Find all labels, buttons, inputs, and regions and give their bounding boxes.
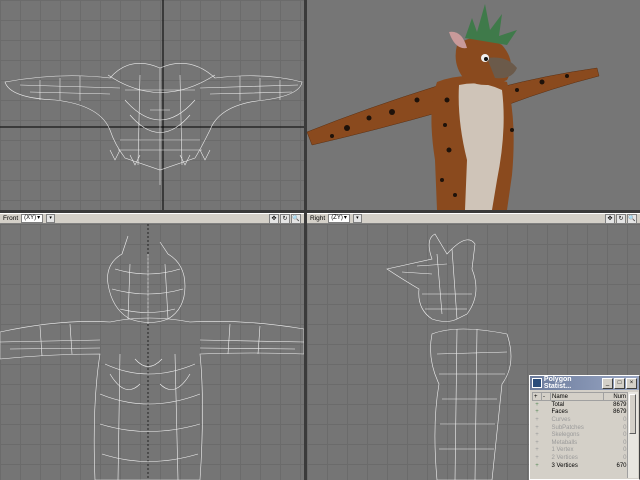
row-num: 0 bbox=[623, 432, 627, 439]
close-icon[interactable]: × bbox=[626, 377, 637, 389]
row-name: 1 Vertex bbox=[551, 447, 574, 454]
table-row[interactable]: + 3 Vertices 670 bbox=[533, 462, 628, 470]
table-row[interactable]: + 2 Vertices 0 bbox=[533, 454, 628, 462]
scrollbar-thumb[interactable] bbox=[629, 394, 636, 434]
header-plus[interactable]: + bbox=[532, 392, 542, 401]
row-plus[interactable]: + bbox=[533, 409, 542, 417]
row-name: Metaballs bbox=[551, 439, 578, 446]
view-select-front[interactable]: (XY) ▾ bbox=[21, 214, 44, 223]
viewport-front[interactable] bbox=[0, 224, 304, 480]
rendered-character bbox=[307, 4, 600, 210]
move-view-icon[interactable]: ✥ bbox=[605, 213, 615, 224]
view-dropdown-icon: ▾ bbox=[37, 215, 41, 221]
viewport-tools-right: ✥ ↻ 🔍 bbox=[605, 213, 637, 224]
viewport-perspective[interactable] bbox=[307, 0, 640, 210]
table-row[interactable]: + Metaballs 0 bbox=[533, 439, 628, 447]
row-plus[interactable]: + bbox=[533, 401, 542, 409]
viewport-bar-front: Front (XY) ▾ ▾ ✥ ↻ 🔍 bbox=[0, 213, 304, 224]
panel-app-icon bbox=[532, 378, 542, 388]
row-name: Skelegons bbox=[551, 432, 580, 439]
row-num: 0 bbox=[623, 439, 627, 446]
table-row[interactable]: + Curves 0 bbox=[533, 416, 628, 424]
row-num: 0 bbox=[623, 416, 627, 423]
row-plus[interactable]: + bbox=[533, 416, 542, 424]
viewport-divider-vertical[interactable] bbox=[304, 0, 307, 480]
table-row[interactable]: + Faces 8679 bbox=[533, 409, 628, 417]
viewport-top[interactable] bbox=[0, 0, 304, 210]
viewport-bar-right: Right (ZY) ▾ ▾ ✥ ↻ 🔍 bbox=[307, 213, 640, 224]
header-num[interactable]: Num bbox=[602, 392, 629, 401]
viewport-tools-front: ✥ ↻ 🔍 bbox=[269, 213, 301, 224]
zoom-view-icon[interactable]: 🔍 bbox=[291, 213, 301, 224]
table-row[interactable]: + SubPatches 0 bbox=[533, 424, 628, 432]
view-dropdown-icon: ▾ bbox=[343, 215, 347, 221]
view-select-right[interactable]: (ZY) ▾ bbox=[328, 214, 350, 223]
row-num: 670 bbox=[616, 462, 627, 469]
polygon-statistics-panel: Polygon Statist... _ □ × + - Name Num + … bbox=[529, 375, 640, 480]
table-header: + - Name Num bbox=[532, 392, 629, 401]
view-select-front-value: (XY) bbox=[24, 215, 37, 221]
viewport-label-front: Front bbox=[3, 215, 19, 222]
row-num: 8679 bbox=[613, 401, 627, 408]
zoom-view-icon[interactable]: 🔍 bbox=[627, 213, 637, 224]
table-row[interactable]: + Total 8679 bbox=[533, 401, 628, 409]
rotate-view-icon[interactable]: ↻ bbox=[616, 213, 626, 224]
viewport-divider-horizontal[interactable] bbox=[0, 210, 640, 213]
stats-scrollbar[interactable] bbox=[627, 392, 638, 478]
render-style-dropdown-front[interactable]: ▾ bbox=[46, 214, 56, 223]
render-style-dropdown-right[interactable]: ▾ bbox=[352, 214, 362, 223]
rotate-view-icon[interactable]: ↻ bbox=[280, 213, 290, 224]
row-num: 0 bbox=[623, 454, 627, 461]
polygon-stats-table: + - Name Num + Total 8679 + Faces 8679 +… bbox=[532, 392, 629, 470]
window-controls: _ □ × bbox=[602, 377, 637, 389]
row-name: 3 Vertices bbox=[551, 462, 578, 469]
wireframe-front-view bbox=[0, 224, 304, 480]
row-name: Curves bbox=[551, 416, 571, 423]
header-minus[interactable]: - bbox=[541, 392, 551, 401]
viewport-label-right: Right bbox=[310, 215, 326, 222]
row-plus[interactable]: + bbox=[533, 431, 542, 439]
row-num: 0 bbox=[623, 447, 627, 454]
row-plus[interactable]: + bbox=[533, 447, 542, 455]
table-row[interactable]: + 1 Vertex 0 bbox=[533, 447, 628, 455]
maximize-icon[interactable]: □ bbox=[614, 377, 625, 389]
panel-titlebar[interactable]: Polygon Statist... _ □ × bbox=[530, 376, 639, 390]
row-name: SubPatches bbox=[551, 424, 584, 431]
header-name[interactable]: Name bbox=[550, 392, 604, 401]
view-select-right-value: (ZY) bbox=[331, 215, 343, 221]
row-num: 8679 bbox=[613, 409, 627, 416]
minimize-icon[interactable]: _ bbox=[602, 377, 613, 389]
table-row[interactable]: + Skelegons 0 bbox=[533, 431, 628, 439]
move-view-icon[interactable]: ✥ bbox=[269, 213, 279, 224]
row-plus[interactable]: + bbox=[533, 462, 542, 470]
row-name: Faces bbox=[551, 409, 568, 416]
row-plus[interactable]: + bbox=[533, 454, 542, 462]
row-num: 0 bbox=[623, 424, 627, 431]
row-plus[interactable]: + bbox=[533, 424, 542, 432]
wireframe-top-view bbox=[0, 0, 304, 210]
panel-title: Polygon Statist... bbox=[543, 376, 572, 390]
row-name: Total bbox=[551, 401, 565, 408]
row-name: 2 Vertices bbox=[551, 454, 578, 461]
row-plus[interactable]: + bbox=[533, 439, 542, 447]
